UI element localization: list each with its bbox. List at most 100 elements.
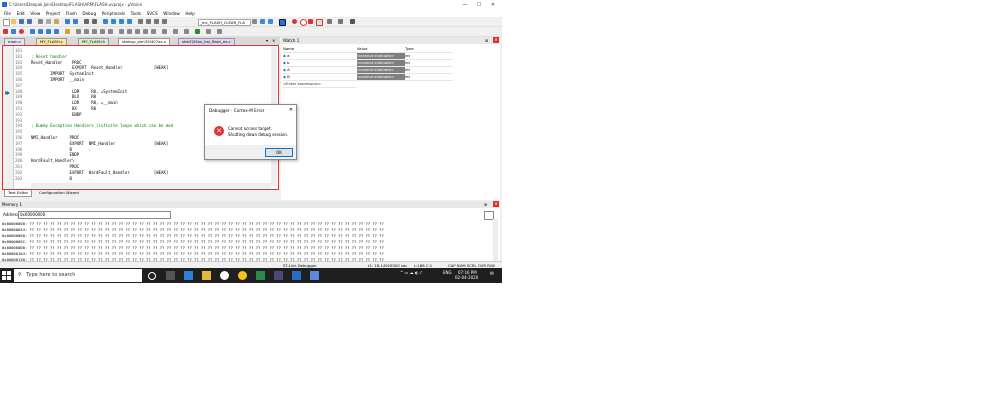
file-explorer-icon[interactable] — [202, 271, 211, 280]
clear-breakpoints-icon[interactable] — [308, 19, 313, 24]
find-icon[interactable] — [252, 19, 257, 24]
call-stack-icon[interactable] — [108, 29, 113, 34]
clear-bookmarks-icon[interactable] — [127, 19, 132, 24]
editor-gutter[interactable] — [3, 46, 14, 189]
address-input[interactable]: 0x00000000 — [18, 211, 171, 219]
menu-debug[interactable]: Debug — [82, 10, 96, 17]
toolbox-icon[interactable] — [173, 29, 178, 34]
windows-start-icon[interactable] — [2, 271, 11, 280]
disassembly-window-icon[interactable] — [84, 29, 89, 34]
open-folder-icon[interactable] — [11, 19, 16, 24]
symbols-window-icon[interactable] — [92, 29, 97, 34]
tab-text-editor[interactable]: Text Editor — [4, 190, 33, 197]
col-header-name[interactable]: Name — [283, 46, 357, 53]
copy-icon[interactable] — [46, 19, 51, 24]
step-over-icon[interactable] — [38, 29, 43, 34]
target-combo[interactable]: _mc_FLASH_CLEAR_FLA — [198, 19, 251, 26]
serial-window-icon[interactable] — [135, 29, 140, 34]
cut-icon[interactable] — [38, 19, 43, 24]
watch-row-name[interactable]: ◆ b — [283, 60, 357, 67]
bookmark-icon[interactable] — [103, 19, 108, 24]
code-line[interactable]: IMPORT SystemInit — [31, 71, 276, 76]
menu-edit[interactable]: Edit — [17, 10, 25, 17]
stop-icon[interactable] — [19, 29, 24, 34]
tab-main-c[interactable]: main.c — [4, 38, 25, 45]
taskbar-search-box[interactable]: ⚲ Type here to search — [14, 269, 142, 282]
comment-icon[interactable] — [154, 19, 159, 24]
tab-hal-flash-ex-c[interactable]: stm32f4xx_hal_flash_ex.c — [178, 38, 235, 45]
maximize-button[interactable]: ☐ — [472, 1, 486, 9]
watch-row-value[interactable]: <cannot evaluate> — [357, 53, 405, 60]
debug-tools-icon[interactable] — [206, 29, 211, 34]
new-file-icon[interactable] — [3, 19, 10, 26]
nav-back-icon[interactable] — [84, 19, 89, 24]
close-tab-icon[interactable]: ✕ — [272, 38, 275, 43]
reset-icon[interactable] — [3, 29, 8, 34]
indent-icon[interactable] — [138, 19, 143, 24]
run-to-cursor-icon[interactable] — [54, 29, 59, 34]
col-header-type[interactable]: Type — [405, 46, 453, 53]
menu-help[interactable]: Help — [185, 10, 195, 17]
chrome-icon[interactable] — [220, 271, 229, 280]
tab-my-flash-c[interactable]: MY_FLASH.c — [36, 38, 67, 45]
code-line[interactable]: PROC — [31, 164, 276, 169]
prev-bookmark-icon[interactable] — [111, 19, 116, 24]
chrome-canary-icon[interactable] — [238, 271, 247, 280]
watch-row-name[interactable]: ◆ B — [283, 74, 357, 81]
registers-window-icon[interactable] — [100, 29, 105, 34]
mail-icon[interactable] — [184, 271, 193, 280]
debug-wrench-icon[interactable] — [217, 29, 222, 34]
tab-startup-s[interactable]: startup_stm32f407xx.s — [118, 38, 170, 45]
minimize-button[interactable]: — — [458, 1, 472, 9]
memory-close-icon[interactable]: ✕ — [493, 201, 499, 207]
incremental-find-icon[interactable] — [268, 19, 273, 24]
memory-window-icon[interactable] — [127, 29, 132, 34]
step-out-icon[interactable] — [46, 29, 51, 34]
step-icon[interactable] — [30, 29, 35, 34]
code-line[interactable]: IMPORT __main — [31, 77, 276, 82]
ok-button[interactable]: OK — [265, 148, 293, 157]
keil-icon[interactable] — [256, 271, 265, 280]
save-icon[interactable] — [19, 19, 24, 24]
kill-breakpoints-icon[interactable] — [316, 19, 323, 26]
code-line[interactable]: EXPORT Reset_Handler [WEAK] — [31, 65, 276, 70]
save-all-icon[interactable] — [27, 19, 32, 24]
app-icon-2[interactable] — [310, 271, 319, 280]
app-icon-1[interactable] — [274, 271, 283, 280]
watch-row-value[interactable]: <cannot evaluate> — [357, 74, 405, 81]
tab-my-flash-h[interactable]: MY_FLASH.h — [78, 38, 110, 45]
paste-icon[interactable] — [54, 19, 59, 24]
task-view-icon[interactable] — [166, 271, 175, 280]
next-bookmark-icon[interactable] — [119, 19, 124, 24]
watch-window-icon[interactable] — [119, 29, 124, 34]
analysis-window-icon[interactable] — [143, 29, 148, 34]
uncomment-icon[interactable] — [162, 19, 167, 24]
watch-pin-icon[interactable]: ⊞ — [485, 38, 488, 43]
watch-row-value[interactable]: <cannot evaluate> — [357, 67, 405, 74]
menu-flash[interactable]: Flash — [66, 10, 77, 17]
menu-view[interactable]: View — [30, 10, 40, 17]
col-header-value[interactable]: Value — [357, 46, 405, 53]
breakpoint-icon[interactable] — [292, 19, 297, 24]
cortana-icon[interactable] — [148, 272, 156, 280]
close-button[interactable]: ✕ — [486, 1, 500, 9]
menu-peripherals[interactable]: Peripherals — [102, 10, 125, 17]
code-line[interactable]: BLX R0 — [31, 94, 276, 99]
system-viewer-icon[interactable] — [162, 29, 167, 34]
window-layout-icon[interactable] — [327, 19, 332, 24]
watch-close-icon[interactable]: ✕ — [493, 37, 499, 43]
command-window-icon[interactable] — [76, 29, 81, 34]
code-line[interactable]: EXPORT HardFault_Handler [WEAK] — [31, 170, 276, 175]
trace-window-icon[interactable] — [151, 29, 156, 34]
find-in-files-icon[interactable] — [260, 19, 265, 24]
menu-svcs[interactable]: SVCS — [147, 10, 158, 17]
debug-settings-icon[interactable] — [184, 29, 189, 34]
menu-window[interactable]: Window — [163, 10, 180, 17]
memory-scrollbar[interactable] — [493, 219, 498, 261]
notification-icon[interactable]: ▤ — [490, 270, 494, 275]
enter-expression-row[interactable]: <Enter expression> — [283, 81, 357, 88]
horizontal-scrollbar[interactable] — [31, 183, 271, 188]
debug-session-icon[interactable] — [279, 19, 286, 26]
redo-icon[interactable] — [73, 19, 78, 24]
watch-row-name[interactable]: ◆ A — [283, 67, 357, 74]
